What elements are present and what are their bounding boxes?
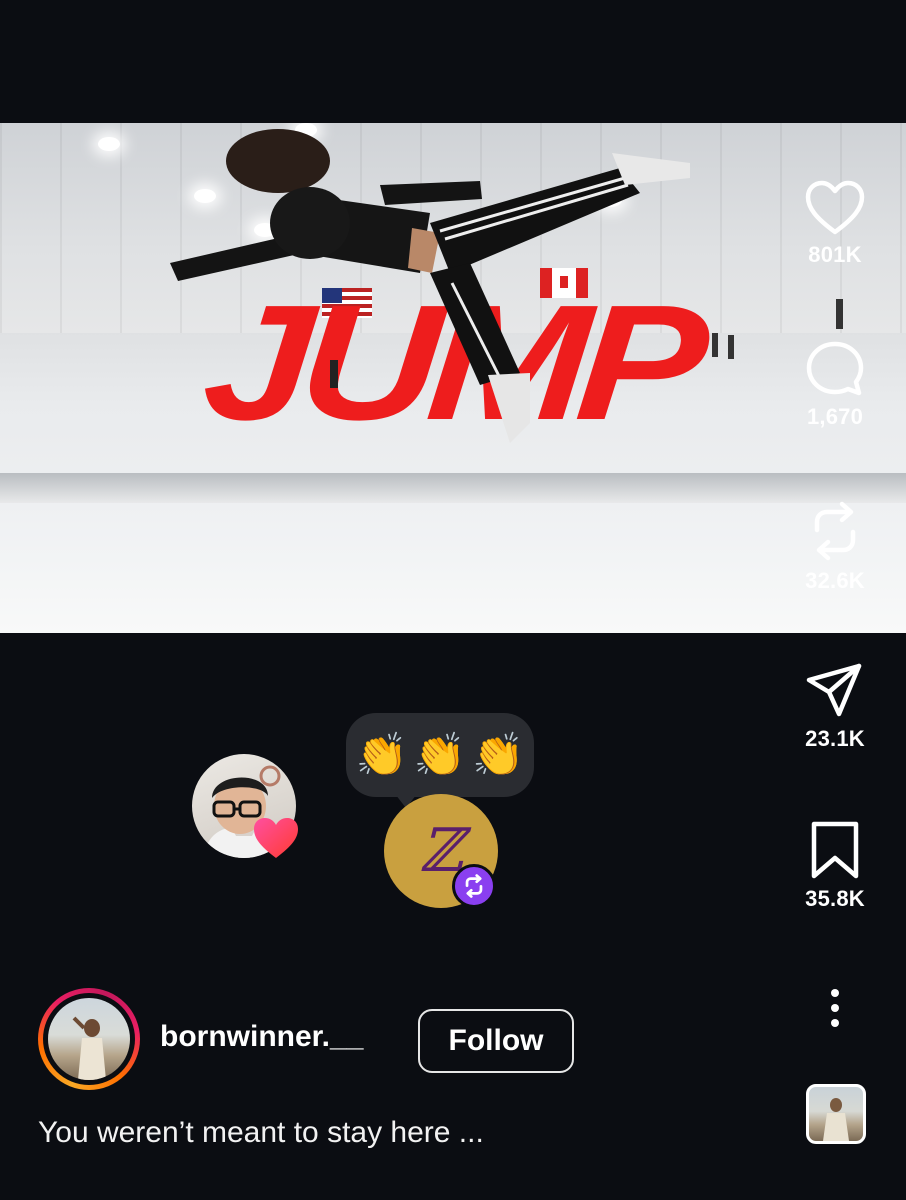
clap-emoji: 👏 bbox=[355, 730, 408, 778]
reaction-bubble: 👏 👏 👏 bbox=[346, 713, 534, 797]
repost-badge bbox=[452, 864, 496, 908]
skater-figure bbox=[170, 129, 843, 443]
repost-icon[interactable] bbox=[805, 500, 865, 562]
repost-count: 32.6K bbox=[805, 568, 865, 593]
repost-badge-icon bbox=[465, 874, 483, 898]
author-photo-figure bbox=[72, 1016, 106, 1080]
author-username[interactable]: bornwinner.__ bbox=[160, 1020, 363, 1054]
audio-cover-image bbox=[823, 1098, 849, 1141]
send-icon[interactable] bbox=[805, 660, 865, 720]
like-count: 801K bbox=[808, 242, 862, 267]
avatar-ring-gap bbox=[43, 993, 135, 1085]
audio-thumbnail[interactable] bbox=[806, 1084, 866, 1144]
share-count: 23.1K bbox=[805, 726, 865, 751]
save-action[interactable]: 35.8K bbox=[785, 820, 885, 912]
bookmark-icon[interactable] bbox=[808, 820, 862, 880]
author-avatar[interactable] bbox=[38, 988, 140, 1090]
clap-emoji: 👏 bbox=[413, 730, 467, 778]
repost-action[interactable]: 32.6K bbox=[785, 500, 885, 594]
save-count: 35.8K bbox=[805, 886, 865, 911]
more-dots-icon[interactable] bbox=[828, 988, 842, 1028]
heart-reaction-icon bbox=[254, 818, 298, 858]
clap-emoji: 👏 bbox=[472, 730, 525, 778]
post-caption[interactable]: You weren’t meant to stay here ... bbox=[38, 1116, 484, 1150]
like-action[interactable]: 801K bbox=[785, 180, 885, 268]
author-photo bbox=[48, 998, 130, 1080]
follow-button[interactable]: Follow bbox=[418, 1009, 574, 1073]
reel-video[interactable]: JUMP bbox=[0, 123, 906, 633]
more-options[interactable] bbox=[785, 988, 885, 1028]
heart-icon[interactable] bbox=[804, 180, 866, 236]
comment-action[interactable]: 1,670 bbox=[785, 340, 885, 430]
comment-bubble-icon[interactable] bbox=[805, 340, 865, 398]
share-action[interactable]: 23.1K bbox=[785, 660, 885, 752]
comment-count: 1,670 bbox=[806, 404, 864, 429]
